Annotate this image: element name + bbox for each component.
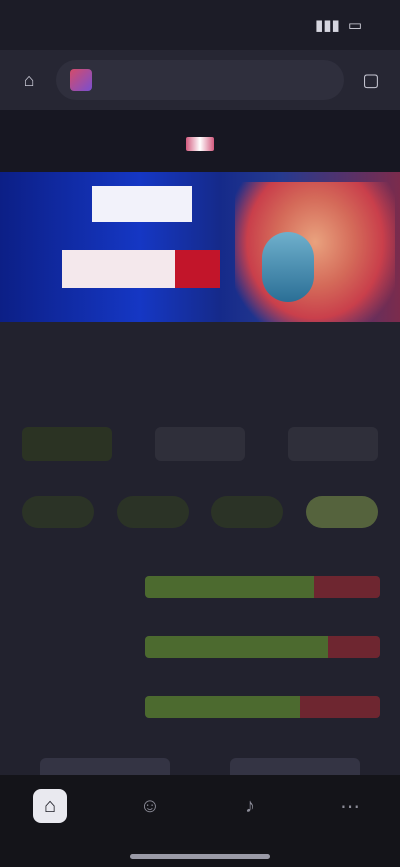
match-header <box>0 110 400 172</box>
home-indicator[interactable] <box>130 854 270 859</box>
event-banner[interactable] <box>0 172 400 322</box>
fighter-image <box>235 182 395 322</box>
fighters-row <box>0 322 400 404</box>
stat-bar-right <box>300 696 380 718</box>
stat-bar-left <box>145 576 315 598</box>
site-logo-icon <box>70 69 92 91</box>
stat-bar <box>145 696 380 718</box>
status-indicators: ▮▮▮ ▭ <box>315 16 370 34</box>
bottom-nav: ⌂ ☺ ♪ ⋯ <box>0 775 400 867</box>
home-icon[interactable]: ⌂ <box>14 65 44 95</box>
banner-accent <box>175 250 220 288</box>
odds-left[interactable] <box>22 427 112 461</box>
stat-bar-left <box>145 696 301 718</box>
signal-icon: ▮▮▮ <box>315 17 340 34</box>
banner-bottom-text <box>62 250 180 288</box>
filter-tabs <box>0 484 400 539</box>
odds-row <box>0 404 400 484</box>
nav-item-home[interactable]: ⌂ <box>15 789 85 827</box>
app-root: ▮▮▮ ▭ ⌂ ▢ ⌂ ☺ ♪ ⋯ <box>0 0 400 867</box>
nav-item-more[interactable]: ⋯ <box>315 789 385 827</box>
flag-icon <box>186 137 214 151</box>
stat-row <box>20 557 380 617</box>
tab-3[interactable] <box>211 495 284 528</box>
stat-row <box>20 677 380 737</box>
nav-item-notifications[interactable]: ♪ <box>215 789 285 827</box>
tab-2[interactable] <box>116 495 189 528</box>
tab-1[interactable] <box>22 495 94 528</box>
banner-top-text <box>92 186 192 222</box>
home-icon: ⌂ <box>33 789 67 823</box>
fighter-head-image <box>262 232 314 302</box>
more-icon: ⋯ <box>340 795 360 818</box>
stat-bar <box>145 576 380 598</box>
stat-bar-left <box>145 636 329 658</box>
tabs-icon[interactable]: ▢ <box>356 65 386 95</box>
stats-comparison <box>0 539 400 737</box>
stat-bar-right <box>328 636 380 658</box>
battery-icon: ▭ <box>347 17 362 34</box>
stat-row <box>20 617 380 677</box>
stat-bar <box>145 636 380 658</box>
url-bar[interactable] <box>56 60 344 100</box>
stat-bar-right <box>314 576 380 598</box>
tab-4[interactable] <box>305 495 378 528</box>
status-bar: ▮▮▮ ▭ <box>0 0 400 50</box>
nav-item-profile[interactable]: ☺ <box>115 789 185 827</box>
bell-icon: ♪ <box>245 794 255 817</box>
odds-draw[interactable] <box>155 427 245 461</box>
browser-top-bar: ⌂ ▢ <box>0 50 400 110</box>
odds-right[interactable] <box>288 427 378 461</box>
user-icon: ☺ <box>139 794 161 817</box>
